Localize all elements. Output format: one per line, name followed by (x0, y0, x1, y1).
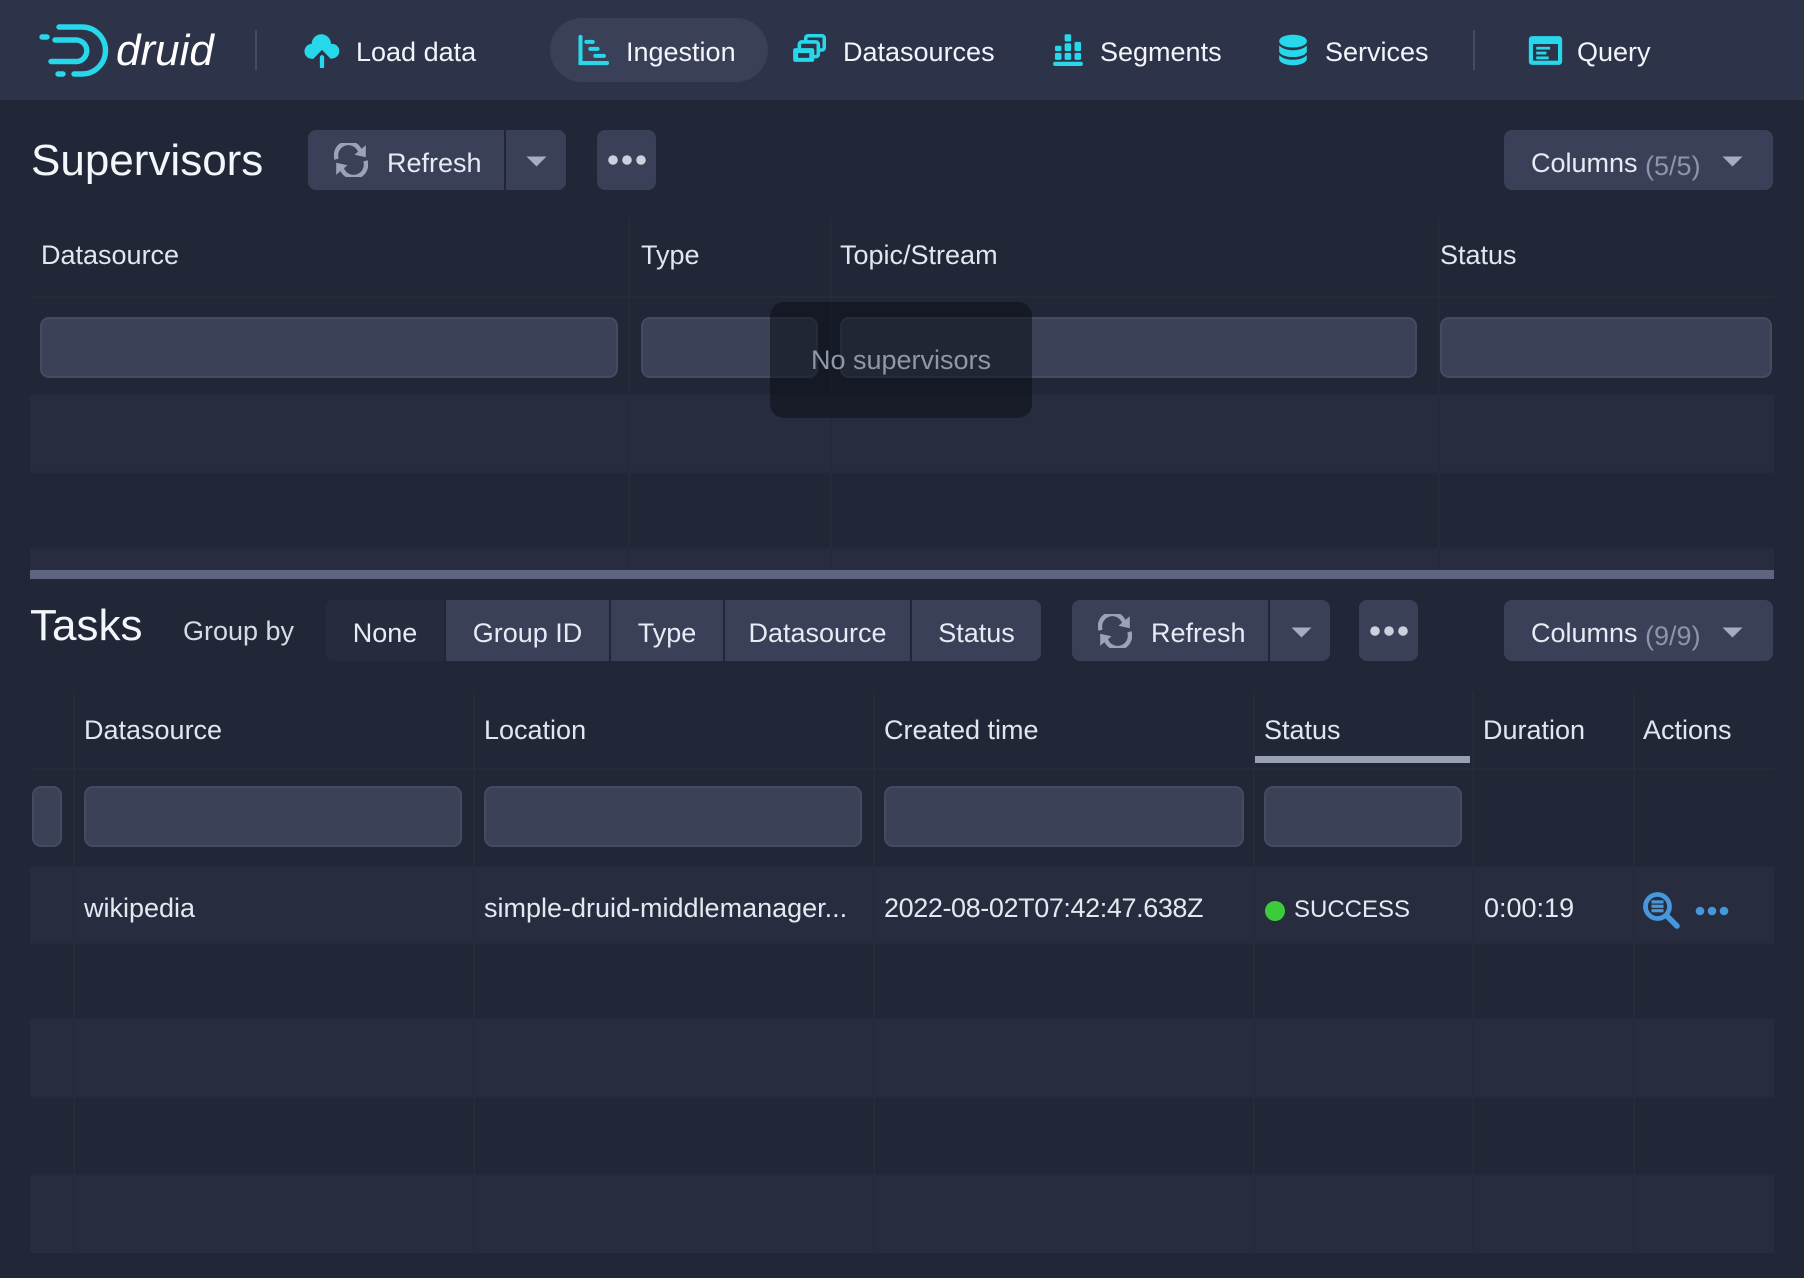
svg-text:druid: druid (116, 26, 215, 75)
